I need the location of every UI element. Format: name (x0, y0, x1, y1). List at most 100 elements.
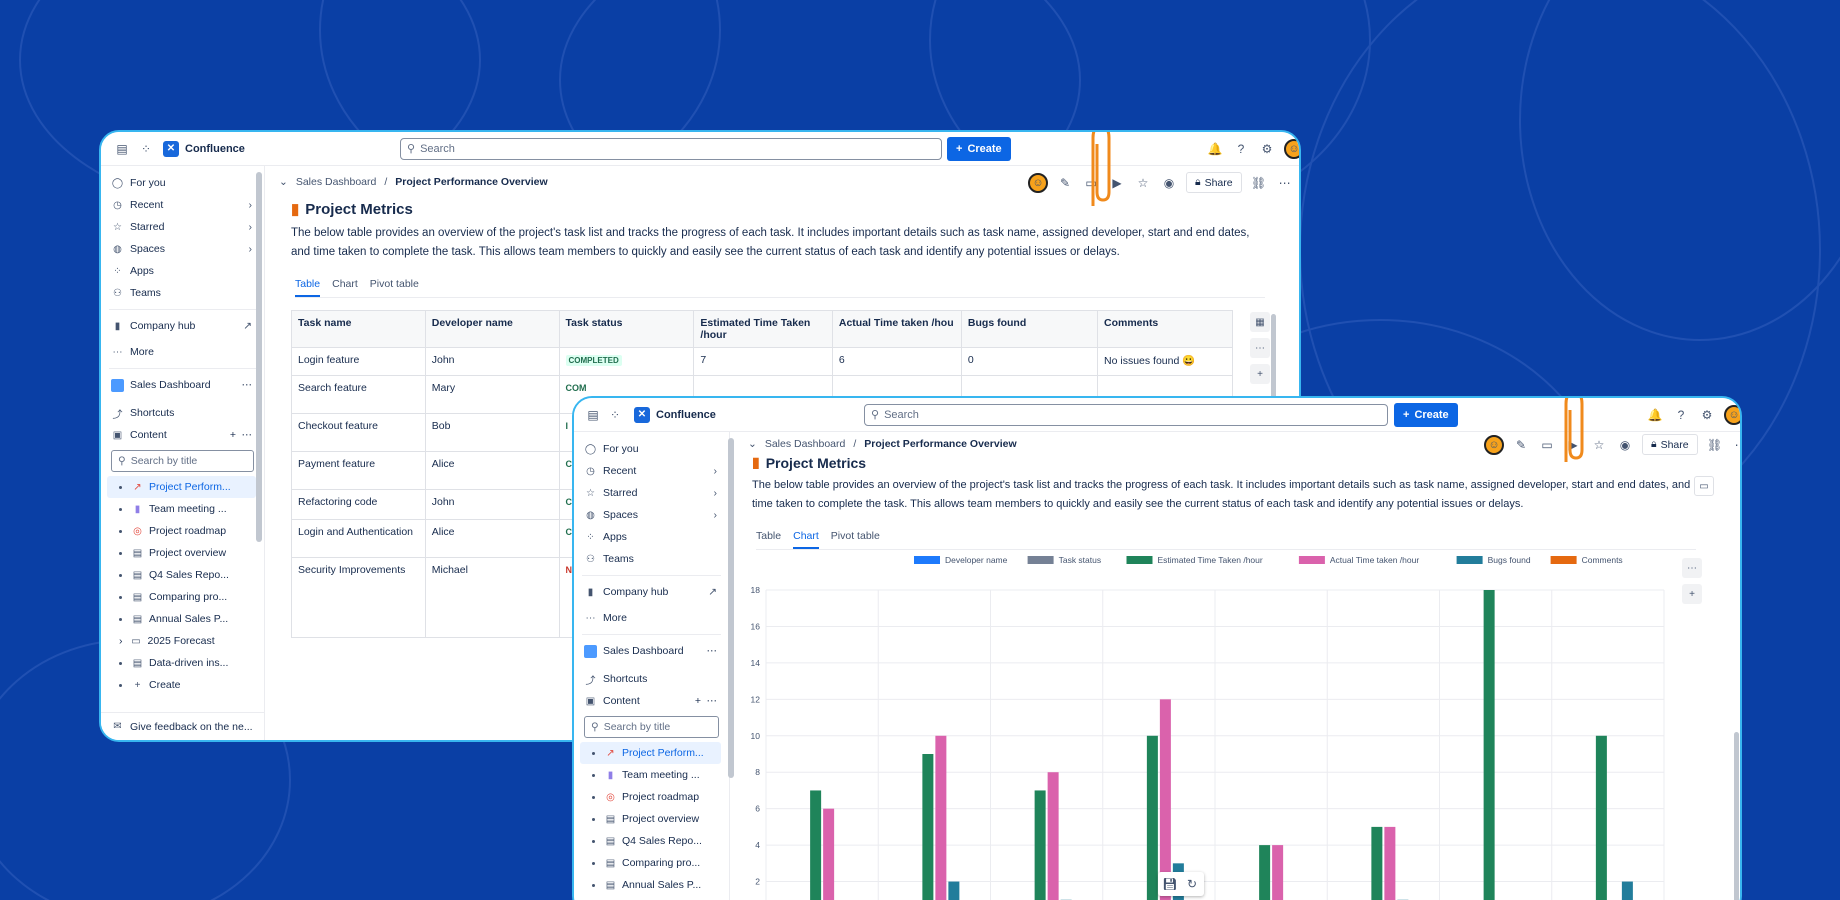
space-header[interactable]: Sales Dashboard ⋯ (574, 640, 729, 662)
page-tree-item[interactable]: ▤ Q4 Sales Repo... (101, 564, 264, 586)
avatar[interactable]: ☺ (1284, 139, 1299, 159)
page-tree-item[interactable]: ◎ Project roadmap (574, 786, 729, 808)
tab-chart[interactable]: Chart (793, 530, 819, 549)
page-tree-item[interactable]: ▤ Annual Sales P... (101, 608, 264, 630)
page-tree-item[interactable]: ▤ Project overview (574, 808, 729, 830)
table-cell[interactable]: 0 (960, 347, 1099, 376)
tab-table[interactable]: Table (295, 278, 321, 297)
table-cell[interactable]: Bob (424, 413, 560, 452)
column-header[interactable]: Task status (558, 310, 695, 348)
inline-comment-icon[interactable]: ▭ (1694, 476, 1714, 496)
sidebar-item-more[interactable]: ⋯ More (101, 341, 264, 363)
title-search-input[interactable]: ⚲ Search by title (111, 450, 254, 472)
column-header[interactable]: Task name (291, 310, 426, 348)
sidebar-item-apps[interactable]: ⁘ Apps (574, 526, 729, 548)
sidebar-toggle-icon[interactable]: ▤ (113, 140, 131, 158)
page-tree-item[interactable]: ▤ Project overview (101, 542, 264, 564)
save-icon[interactable]: 💾︎ (1161, 875, 1179, 893)
page-tree-item[interactable]: ▮ Team meeting ... (101, 498, 264, 520)
table-view-icon[interactable]: ▦ (1250, 312, 1270, 332)
settings-icon[interactable]: ⚙ (1698, 406, 1716, 424)
page-tree-item[interactable]: ▤ Q4 Sales Repo... (574, 830, 729, 852)
table-cell[interactable]: Michael (424, 557, 560, 638)
search-input[interactable]: ⚲ Search (864, 403, 1388, 426)
sidebar-item-content[interactable]: ▣ Content + ⋯ (574, 690, 729, 712)
more-actions-icon[interactable]: ⋯ (1276, 174, 1294, 192)
add-icon[interactable]: + (1682, 584, 1702, 604)
table-cell[interactable]: Alice (424, 451, 560, 490)
table-cell[interactable]: John (424, 489, 560, 520)
table-cell[interactable]: John (424, 347, 560, 376)
sidebar-item-teams[interactable]: ⚇ Teams (574, 548, 729, 570)
more-icon[interactable]: ⋯ (242, 379, 253, 391)
column-header[interactable]: Estimated Time Taken /hour (693, 310, 833, 348)
sidebar-item-teams[interactable]: ⚇ Teams (101, 282, 264, 304)
refresh-icon[interactable]: ↻ (1183, 875, 1201, 893)
page-tree-item[interactable]: ◎ Project roadmap (101, 520, 264, 542)
help-icon[interactable]: ? (1232, 140, 1250, 158)
tab-pivot-table[interactable]: Pivot table (370, 278, 419, 297)
sidebar-item-shortcuts[interactable]: ⤴ Shortcuts (101, 402, 264, 424)
comment-icon[interactable]: ▭ (1538, 436, 1556, 454)
sidebar-item-company-hub[interactable]: ▮ Company hub ↗ (101, 315, 264, 337)
page-tree-item[interactable]: ▤ Comparing pro... (574, 852, 729, 874)
sidebar-item-apps[interactable]: ⁘ Apps (101, 260, 264, 282)
table-cell[interactable]: Payment feature (291, 451, 426, 490)
link-icon[interactable]: ⛓ (1706, 436, 1724, 454)
page-tree-item[interactable]: ▮ Team meeting ... (574, 764, 729, 786)
column-header[interactable]: Actual Time taken /hou (831, 310, 962, 348)
watch-icon[interactable]: ◉ (1160, 174, 1178, 192)
table-cell[interactable]: Alice (424, 519, 560, 558)
collaborator-avatar[interactable]: ☺ (1484, 434, 1504, 455)
share-button[interactable]: 🔒︎ Share (1642, 434, 1698, 455)
settings-icon[interactable]: ⚙ (1258, 140, 1276, 158)
collaborator-avatar[interactable]: ☺ (1028, 172, 1048, 193)
feedback-link[interactable]: ✉ Give feedback on the ne... (101, 712, 264, 740)
sidebar-item-starred[interactable]: ☆ Starred › (574, 482, 729, 504)
add-icon[interactable]: + (1250, 364, 1270, 384)
add-content-icon[interactable]: + (695, 695, 701, 707)
sidebar-item-starred[interactable]: ☆ Starred › (101, 216, 264, 238)
column-header[interactable]: Comments (1097, 310, 1233, 348)
watch-icon[interactable]: ◉ (1616, 436, 1634, 454)
more-icon[interactable]: ⋯ (242, 429, 253, 441)
tab-pivot-table[interactable]: Pivot table (831, 530, 880, 549)
sidebar-toggle-icon[interactable]: ▤ (584, 406, 602, 424)
tab-chart[interactable]: Chart (332, 278, 358, 297)
edit-icon[interactable]: ✎ (1056, 174, 1074, 192)
sidebar-item-company-hub[interactable]: ▮ Company hub ↗ (574, 581, 729, 603)
breadcrumb-space[interactable]: Sales Dashboard (765, 438, 846, 450)
sidebar-item-more[interactable]: ⋯ More (574, 607, 729, 629)
table-cell[interactable]: Checkout feature (291, 413, 426, 452)
search-input[interactable]: ⚲ Search (400, 137, 942, 160)
more-icon[interactable]: ⋯ (1682, 558, 1702, 578)
page-tree-item[interactable]: › ▭ 2025 Forecast (101, 630, 264, 652)
app-switcher-icon[interactable]: ⁘ (606, 406, 624, 424)
chevron-down-icon[interactable]: ⌄ (279, 176, 288, 188)
table-cell[interactable]: 6 (831, 347, 962, 376)
column-header[interactable]: Developer name (424, 310, 560, 348)
create-button[interactable]: + Create (947, 136, 1011, 161)
breadcrumb-space[interactable]: Sales Dashboard (296, 176, 377, 188)
bell-icon[interactable]: 🔔 (1206, 140, 1224, 158)
sidebar-item-recent[interactable]: ◷ Recent › (101, 194, 264, 216)
breadcrumb-page[interactable]: Project Performance Overview (864, 438, 1016, 450)
table-cell[interactable]: Search feature (291, 375, 426, 414)
tab-table[interactable]: Table (756, 530, 781, 549)
page-tree-item[interactable]: ▤ Data-driven ins... (101, 652, 264, 674)
page-tree-item[interactable]: ↗ Project Perform... (107, 476, 256, 498)
page-tree-item[interactable]: ▤ Comparing pro... (101, 586, 264, 608)
sidebar-item-for-you[interactable]: ◯ For you (574, 438, 729, 460)
table-cell[interactable]: Security Improvements (291, 557, 426, 638)
table-cell[interactable]: COMPLETED (558, 347, 695, 376)
page-tree-item[interactable]: ▤ Annual Sales P... (574, 874, 729, 896)
link-icon[interactable]: ⛓ (1250, 174, 1268, 192)
confluence-logo[interactable]: ✕ Confluence (634, 406, 716, 423)
page-scrollbar[interactable] (1734, 732, 1739, 900)
sidebar-item-spaces[interactable]: ◍ Spaces › (101, 238, 264, 260)
confluence-logo[interactable]: ✕ Confluence (163, 140, 245, 157)
more-icon[interactable]: ⋯ (1250, 338, 1270, 358)
add-content-icon[interactable]: + (230, 429, 236, 441)
sidebar-item-content[interactable]: ▣ Content + ⋯ (101, 424, 264, 446)
more-icon[interactable]: ⋯ (707, 695, 718, 707)
